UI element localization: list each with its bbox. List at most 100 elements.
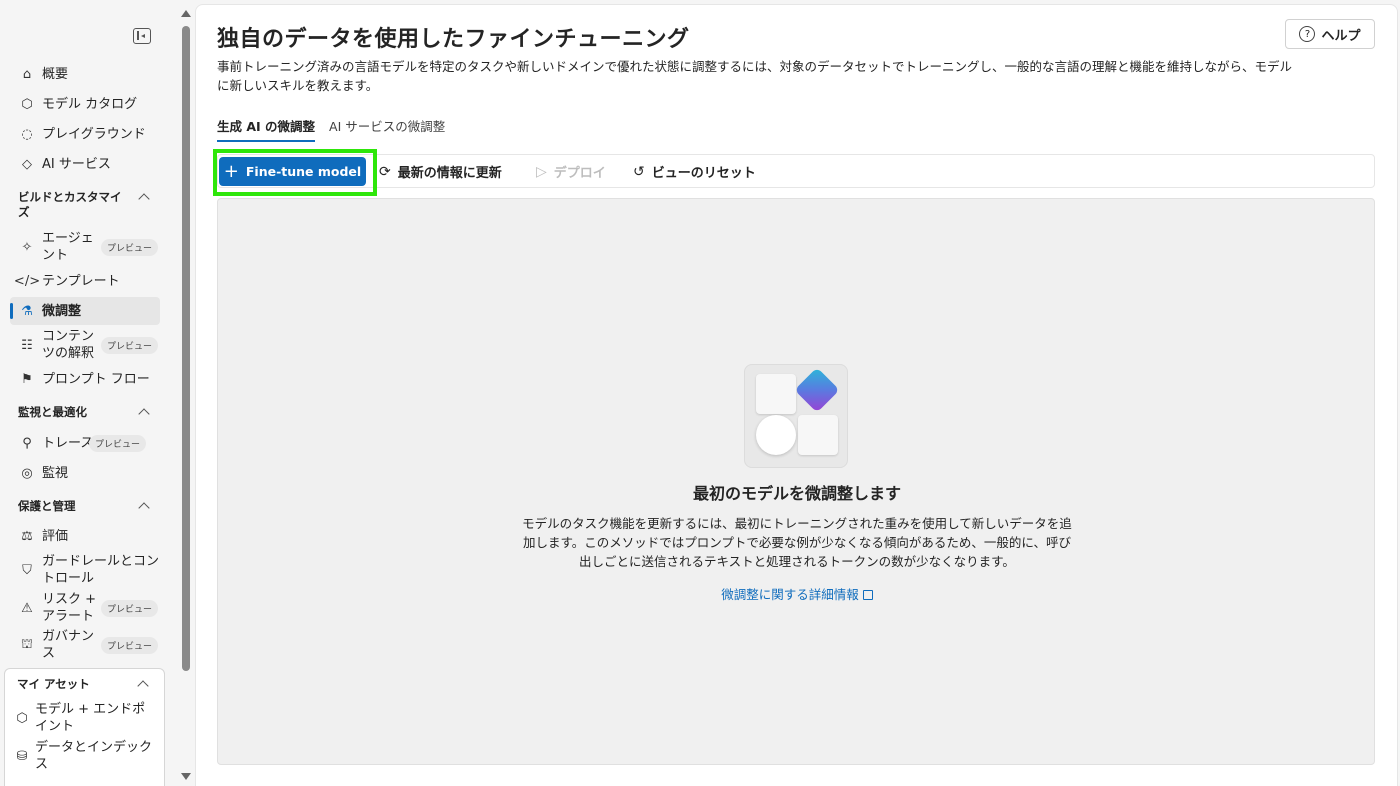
sidebar-item-evaluation[interactable]: ⚖ 評価 [10,522,160,550]
flask-icon: ⚗ [21,303,33,319]
sidebar-item-governance[interactable]: ⛫ ガバナンス プレビュー [10,626,160,664]
sidebar-item-agents[interactable]: ✧ エージェント プレビュー [10,228,160,266]
help-icon: ? [1299,26,1316,42]
overview-icon: ⌂ [22,66,32,82]
refresh-label: 最新の情報に更新 [397,166,502,181]
sidebar-item-content-understanding[interactable]: ☷ コンテンツの解釈 プレビュー [10,326,160,364]
tab-ai-services-fine-tuning[interactable]: AI サービスの微調整 [329,116,445,142]
sidebar-item-guardrails[interactable]: ⛉ ガードレールとコントロール [10,551,160,589]
scrollbar-thumb[interactable] [182,26,190,671]
scroll-up-icon[interactable] [181,10,191,17]
section-header-protect[interactable]: 保護と管理 [18,499,158,514]
section-title: 監視と最適化 [18,405,87,419]
sidebar-item-label: ガバナンス [42,629,95,661]
content-icon: ☷ [21,337,33,353]
preview-badge: プレビュー [100,336,158,354]
my-assets-panel: マイ アセット ⬡ モデル + エンドポイント ⛁ データとインデックス [4,668,165,786]
sidebar-item-label: モデル カタログ [42,96,138,112]
reset-view-button[interactable]: ↺ ビューのリセット [633,162,756,182]
refresh-button[interactable]: ⟳ 最新の情報に更新 [379,162,502,182]
section-header-build[interactable]: ビルドとカスタマイズ [18,190,158,220]
cube-icon: ⬡ [16,710,28,726]
sidebar-item-label: ガードレールとコントロール [42,554,160,586]
empty-state-description: モデルのタスク機能を更新するには、最初にトレーニングされた重みを使用して新しいデ… [522,516,1072,569]
sidebar-item-models-endpoints[interactable]: ⬡ モデル + エンドポイント [7,699,163,737]
sidebar-item-model-catalog[interactable]: ⬡ モデル カタログ [10,90,160,118]
refresh-icon: ⟳ [379,163,391,180]
sidebar-item-label: モデル + エンドポイント [35,702,146,734]
catalog-icon: ⬡ [21,96,33,112]
page-title: 独自のデータを使用したファインチューニング [217,27,690,52]
agent-icon: ✧ [21,239,33,255]
sidebar-item-label: 監視 [42,465,69,481]
section-title: 保護と管理 [18,499,76,513]
chevron-up-icon [137,680,149,692]
sidebar-item-label: リスク + アラート [42,592,97,624]
sidebar-item-tracing[interactable]: ⚲ トレース プレビュー [10,429,160,457]
section-title: ビルドとカスタマイズ [18,190,122,219]
sidebar-item-label: プレイグラウンド [42,126,146,142]
fine-tune-model-button[interactable]: + Fine-tune model [219,157,366,186]
sidebar-item-label: コンテンツの解釈 [42,329,95,361]
sidebar-item-ai-services[interactable]: ◇ AI サービス [10,150,160,178]
scale-icon: ⚖ [21,528,33,544]
ai-services-icon: ◇ [22,156,32,172]
sidebar-item-label: 評価 [42,528,69,544]
section-header-monitor[interactable]: 監視と最適化 [18,405,158,420]
sidebar-item-templates[interactable]: </> テンプレート [10,267,160,295]
tab-list: 生成 AI の微調整 AI サービスの微調整 [217,116,445,142]
sidebar-item-risks-alerts[interactable]: ⚠ リスク + アラート プレビュー [10,589,160,627]
sidebar-item-fine-tuning[interactable]: ⚗ 微調整 [10,297,160,325]
sidebar-item-label: テンプレート [42,273,120,289]
preview-badge: プレビュー [100,599,158,617]
deploy-button[interactable]: ▷ デプロイ [536,162,606,182]
flow-icon: ⚑ [21,371,33,387]
sidebar-item-monitoring[interactable]: ◎ 監視 [10,459,160,487]
empty-state-panel: 最初のモデルを微調整します モデルのタスク機能を更新するには、最初にトレーニング… [217,198,1375,765]
deploy-label: デプロイ [553,166,606,181]
monitor-icon: ◎ [21,465,33,481]
sidebar-item-label: データとインデックス [35,740,153,772]
alert-icon: ⚠ [21,600,33,616]
illustration-circle [756,415,796,455]
illustration-diamond [794,367,840,413]
database-icon: ⛁ [16,748,28,764]
illustration-tile [798,415,838,455]
sidebar-item-label: 概要 [42,66,69,82]
collapse-sidebar-icon[interactable] [133,28,151,44]
sidebar-item-label: プロンプト フロー [42,371,150,387]
tab-generative-ai-fine-tuning[interactable]: 生成 AI の微調整 [217,116,316,142]
sidebar: ⌂ 概要 ⬡ モデル カタログ ◌ プレイグラウンド ◇ AI サービス ビルド… [0,0,178,786]
playground-icon: ◌ [21,126,33,142]
section-header-assets[interactable]: マイ アセット [17,677,157,692]
sidebar-item-label: 微調整 [42,303,82,319]
sidebar-item-overview[interactable]: ⌂ 概要 [10,60,160,88]
sidebar-item-label: エージェント [42,231,94,263]
sidebar-item-playground[interactable]: ◌ プレイグラウンド [10,120,160,148]
play-icon: ▷ [536,163,547,180]
learn-more-link[interactable]: 微調整に関する詳細情報 [218,584,1376,603]
shield-icon: ⛉ [22,562,32,578]
plus-icon: + [223,160,239,182]
help-button[interactable]: ? ヘルプ [1285,19,1375,49]
sidebar-item-label: トレース [42,435,94,451]
learn-more-label: 微調整に関する詳細情報 [721,587,859,602]
trace-icon: ⚲ [22,435,32,451]
main-panel: 独自のデータを使用したファインチューニング ? ヘルプ 事前トレーニング済みの言… [195,4,1398,786]
preview-badge: プレビュー [100,238,158,256]
chevron-up-icon [138,502,150,514]
preview-badge: プレビュー [100,636,158,654]
external-link-icon [862,590,873,600]
sidebar-item-prompt-flow[interactable]: ⚑ プロンプト フロー [10,365,160,393]
illustration-tile [756,374,796,414]
fine-tune-illustration [744,364,848,468]
sidebar-item-data-indexes[interactable]: ⛁ データとインデックス [7,737,163,775]
help-label: ヘルプ [1321,28,1361,44]
sidebar-item-label: AI サービス [42,156,111,172]
preview-badge: プレビュー [88,434,146,452]
empty-state-title: 最初のモデルを微調整します [692,484,901,503]
scroll-down-icon[interactable] [181,773,191,780]
page-description: 事前トレーニング済みの言語モデルを特定のタスクや新しいドメインで優れた状態に調整… [217,59,1293,93]
chevron-up-icon [138,193,150,205]
chevron-up-icon [138,408,150,420]
